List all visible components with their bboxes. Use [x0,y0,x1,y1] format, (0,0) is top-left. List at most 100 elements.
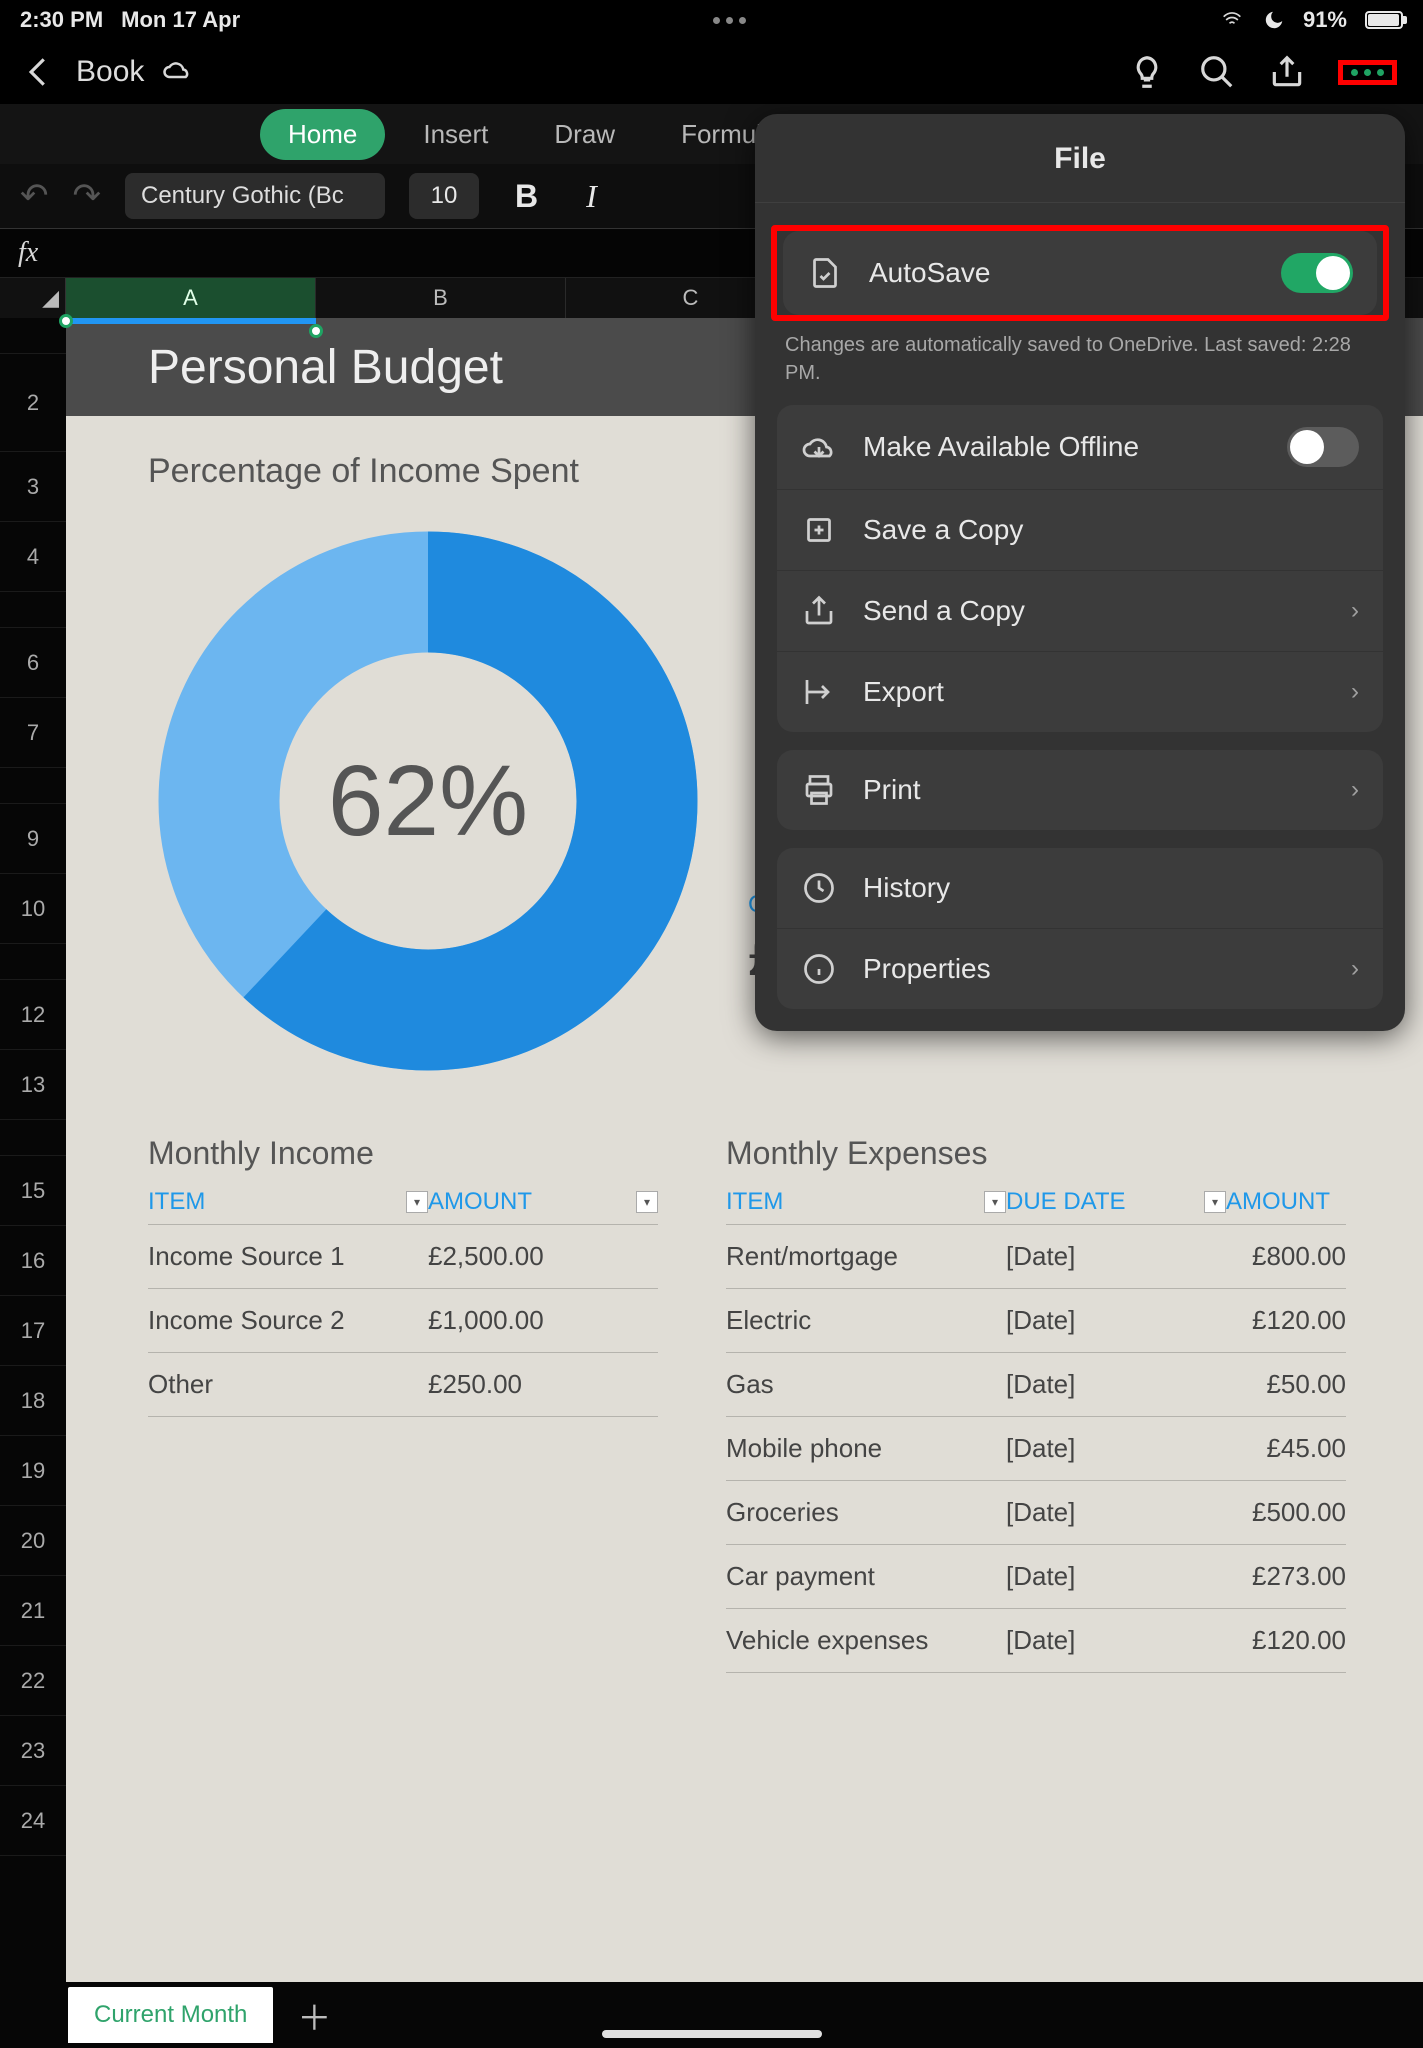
row-header[interactable]: 9 [0,804,66,874]
row-header[interactable]: 12 [0,980,66,1050]
row-header[interactable]: 10 [0,874,66,944]
row-header[interactable]: 4 [0,522,66,592]
properties-row[interactable]: Properties › [777,928,1383,1009]
lightbulb-icon[interactable] [1128,53,1166,91]
undo-button[interactable]: ↶ [20,176,49,216]
share-icon[interactable] [1268,53,1306,91]
row-header[interactable]: 19 [0,1436,66,1506]
filter-dropdown-icon[interactable]: ▾ [406,1191,428,1213]
status-time: 2:30 PM [20,7,103,33]
wifi-icon [1219,10,1245,30]
chevron-right-icon: › [1351,955,1359,983]
row-header[interactable]: 13 [0,1050,66,1120]
row-headers[interactable]: 23467910121315161718192021222324 [0,318,66,1982]
filter-dropdown-icon[interactable]: ▾ [1204,1191,1226,1213]
donut-center-label: 62% [328,744,528,859]
chevron-right-icon: › [1351,678,1359,706]
sheet-tab-bar: Current Month ＋ [0,1982,1423,2048]
save-copy-icon [801,512,837,548]
filter-dropdown-icon[interactable]: ▾ [636,1191,658,1213]
table-row[interactable]: Income Source 1£2,500.00 [148,1224,658,1288]
table-row[interactable]: Rent/mortgage[Date]£800.00 [726,1224,1346,1288]
row-header[interactable]: 15 [0,1156,66,1226]
autosave-highlight-box: AutoSave [771,225,1389,321]
font-selector[interactable]: Century Gothic (Bc [125,173,385,219]
autosave-description: Changes are automatically saved to OneDr… [755,321,1405,387]
donut-chart: 62% [148,521,708,1081]
save-copy-row[interactable]: Save a Copy [777,489,1383,570]
column-header[interactable]: B [316,278,566,318]
row-header[interactable]: 24 [0,1786,66,1856]
income-col-amount[interactable]: AMOUNT▾ [428,1180,658,1224]
select-all-corner[interactable]: ◢ [0,278,66,318]
row-header[interactable] [0,944,66,980]
row-header[interactable]: 17 [0,1296,66,1366]
chevron-right-icon: › [1351,776,1359,804]
row-header[interactable]: 22 [0,1646,66,1716]
moon-icon [1263,9,1285,31]
row-header[interactable]: 23 [0,1716,66,1786]
tab-home[interactable]: Home [260,109,385,160]
row-header[interactable]: 2 [0,354,66,452]
table-row[interactable]: Groceries[Date]£500.00 [726,1480,1346,1544]
cloud-sync-icon[interactable] [162,57,192,87]
row-header[interactable]: 7 [0,698,66,768]
table-row[interactable]: Vehicle expenses[Date]£120.00 [726,1608,1346,1673]
row-header[interactable] [0,768,66,804]
autosave-icon [807,255,843,291]
table-row[interactable]: Electric[Date]£120.00 [726,1288,1346,1352]
offline-toggle[interactable] [1287,427,1359,467]
income-table: Monthly Income ITEM▾ AMOUNT▾ Income Sour… [148,1135,658,1673]
redo-button[interactable]: ↷ [73,176,102,216]
font-size-selector[interactable]: 10 [409,173,479,219]
row-header[interactable] [0,592,66,628]
autosave-toggle[interactable] [1281,253,1353,293]
battery-percent: 91% [1303,7,1347,33]
table-row[interactable]: Car payment[Date]£273.00 [726,1544,1346,1608]
filter-dropdown-icon[interactable]: ▾ [984,1191,1006,1213]
tab-draw[interactable]: Draw [526,109,643,160]
multitask-dots[interactable] [240,17,1219,24]
selection-handle[interactable] [309,324,323,338]
expense-title: Monthly Expenses [726,1135,1346,1172]
bold-button[interactable]: B [503,178,550,215]
table-row[interactable]: Mobile phone[Date]£45.00 [726,1416,1346,1480]
send-copy-row[interactable]: Send a Copy › [777,570,1383,651]
home-indicator[interactable] [602,2030,822,2038]
title-bar: Book [0,40,1423,104]
row-header[interactable] [0,1120,66,1156]
sheet-tab[interactable]: Current Month [68,1987,273,2043]
export-row[interactable]: Export › [777,651,1383,732]
table-row[interactable]: Gas[Date]£50.00 [726,1352,1346,1416]
row-header[interactable]: 6 [0,628,66,698]
expense-col-amount[interactable]: AMOUNT [1226,1180,1346,1224]
expense-col-due[interactable]: DUE DATE▾ [1006,1180,1226,1224]
print-icon [801,772,837,808]
row-header[interactable]: 16 [0,1226,66,1296]
search-icon[interactable] [1198,53,1236,91]
history-row[interactable]: History [777,848,1383,928]
add-sheet-button[interactable]: ＋ [297,1991,331,2040]
print-row[interactable]: Print › [777,750,1383,830]
document-title[interactable]: Book [76,55,144,89]
table-row[interactable]: Other£250.00 [148,1352,658,1417]
back-icon[interactable] [20,53,58,91]
history-icon [801,870,837,906]
expense-col-item[interactable]: ITEM▾ [726,1180,1006,1224]
battery-icon [1365,11,1403,29]
more-menu-button[interactable] [1338,60,1397,85]
row-header[interactable]: 3 [0,452,66,522]
row-header[interactable] [0,318,66,354]
income-col-item[interactable]: ITEM▾ [148,1180,428,1224]
offline-row[interactable]: Make Available Offline [777,405,1383,489]
cloud-offline-icon [801,429,837,465]
column-header[interactable]: A [66,278,316,318]
row-header[interactable]: 18 [0,1366,66,1436]
tab-insert[interactable]: Insert [395,109,516,160]
row-header[interactable]: 21 [0,1576,66,1646]
row-header[interactable]: 20 [0,1506,66,1576]
selection-handle[interactable] [59,314,73,328]
table-row[interactable]: Income Source 2£1,000.00 [148,1288,658,1352]
autosave-row[interactable]: AutoSave [783,231,1377,315]
italic-button[interactable]: I [574,178,609,215]
